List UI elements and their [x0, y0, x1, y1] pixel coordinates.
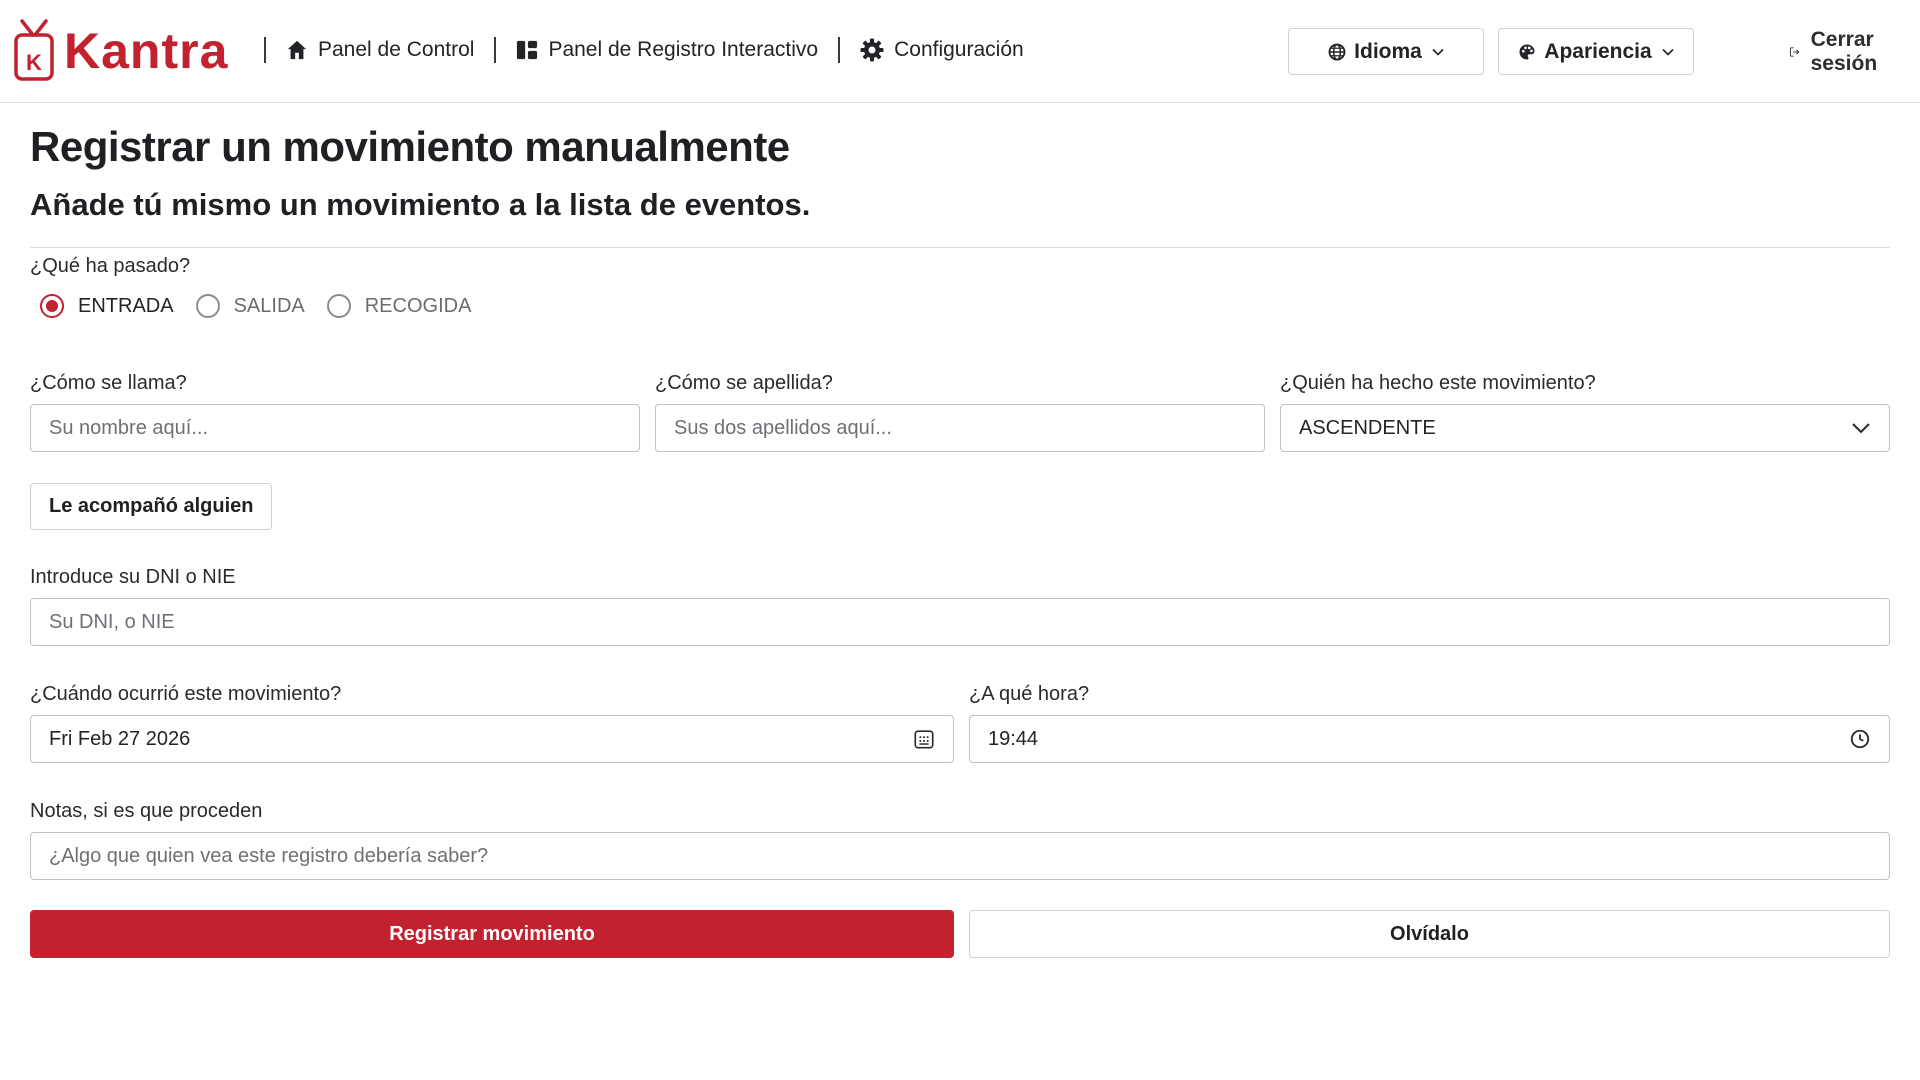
palette-icon: [1519, 44, 1535, 59]
main-nav: Panel de Control Panel de Registro Inter…: [244, 30, 1024, 70]
page-subtitle: Añade tú mismo un movimiento a la lista …: [30, 187, 811, 222]
last-name-label: ¿Cómo se apellida?: [655, 372, 833, 394]
actor-selected-value: ASCENDENTE: [1299, 416, 1436, 439]
first-name-field[interactable]: [30, 404, 640, 452]
document-field[interactable]: [30, 598, 1890, 646]
radio-label: SALIDA: [233, 294, 305, 317]
nav-divider: [264, 37, 266, 63]
brand-name: Kantra: [64, 23, 229, 79]
radio-circle[interactable]: [195, 294, 220, 318]
chevron-down-icon: [1662, 48, 1674, 56]
last-name-field[interactable]: [655, 404, 1265, 452]
radio-recogida[interactable]: RECOGIDA: [326, 294, 472, 318]
language-label: Idioma: [1354, 39, 1422, 63]
actor-label: ¿Quién ha hecho este movimiento?: [1280, 372, 1596, 394]
first-name-input[interactable]: [49, 416, 621, 440]
nav-label: Panel de Registro Interactivo: [548, 38, 819, 61]
nav-item-panel-registro[interactable]: Panel de Registro Interactivo: [516, 38, 818, 62]
companion-button[interactable]: Le acompañó alguien: [30, 483, 273, 530]
nav-item-configuracion[interactable]: Configuración: [860, 38, 1024, 62]
date-value: Fri Feb 27 2026: [49, 727, 191, 750]
actor-select[interactable]: ASCENDENTE: [1280, 404, 1890, 452]
radio-salida[interactable]: SALIDA: [195, 294, 305, 318]
title-divider: [30, 247, 1890, 248]
radio-label: RECOGIDA: [364, 294, 472, 317]
submit-movement-button[interactable]: Registrar movimiento: [30, 910, 954, 958]
brand-logo[interactable]: K Kantra: [14, 19, 228, 83]
nav-label: Panel de Control: [318, 38, 475, 61]
svg-text:K: K: [26, 50, 42, 75]
logout-icon: [1790, 46, 1800, 57]
dashboard-icon: [517, 40, 538, 60]
calendar-icon[interactable]: [913, 728, 935, 750]
page-title: Registrar un movimiento manualmente: [30, 123, 790, 170]
language-dropdown[interactable]: Idioma: [1288, 28, 1484, 75]
notes-input[interactable]: [49, 844, 1871, 868]
time-label: ¿A qué hora?: [969, 683, 1090, 705]
radio-label: ENTRADA: [78, 294, 174, 317]
gear-icon: [860, 38, 884, 62]
radio-entrada[interactable]: ENTRADA: [40, 294, 174, 318]
notes-label: Notas, si es que proceden: [30, 800, 263, 822]
document-label: Introduce su DNI o NIE: [30, 566, 236, 588]
top-navigation-bar: K Kantra Panel de Control Panel de Regis…: [0, 0, 1920, 103]
nav-label: Configuración: [894, 38, 1024, 61]
clock-icon[interactable]: [1849, 728, 1871, 750]
tv-logo-icon: K: [14, 19, 54, 81]
document-input[interactable]: [49, 610, 1871, 634]
nav-divider: [494, 37, 497, 63]
nav-item-panel-control[interactable]: Panel de Control: [286, 38, 474, 62]
appearance-label: Apariencia: [1544, 39, 1652, 63]
cancel-button[interactable]: Olvídalo: [969, 910, 1890, 958]
first-name-label: ¿Cómo se llama?: [30, 372, 187, 394]
time-field[interactable]: 19:44: [969, 715, 1890, 763]
radio-circle[interactable]: [326, 294, 351, 318]
appearance-dropdown[interactable]: Apariencia: [1498, 28, 1694, 75]
event-type-label: ¿Qué ha pasado?: [30, 255, 191, 277]
notes-field[interactable]: [30, 832, 1890, 880]
event-type-radio-group: ENTRADA SALIDA RECOGIDA: [40, 294, 493, 318]
chevron-down-icon: [1851, 422, 1871, 434]
chevron-down-icon: [1432, 48, 1444, 56]
date-field[interactable]: Fri Feb 27 2026: [30, 715, 954, 763]
globe-icon: [1328, 43, 1346, 60]
date-label: ¿Cuándo ocurrió este movimiento?: [30, 683, 342, 705]
logout-label: Cerrar sesión: [1810, 27, 1878, 75]
nav-divider: [838, 37, 841, 63]
home-icon: [287, 40, 307, 60]
radio-circle-checked[interactable]: [40, 294, 64, 318]
logout-button[interactable]: Cerrar sesión: [1789, 28, 1886, 75]
time-value: 19:44: [988, 727, 1039, 750]
last-name-input[interactable]: [674, 416, 1246, 440]
